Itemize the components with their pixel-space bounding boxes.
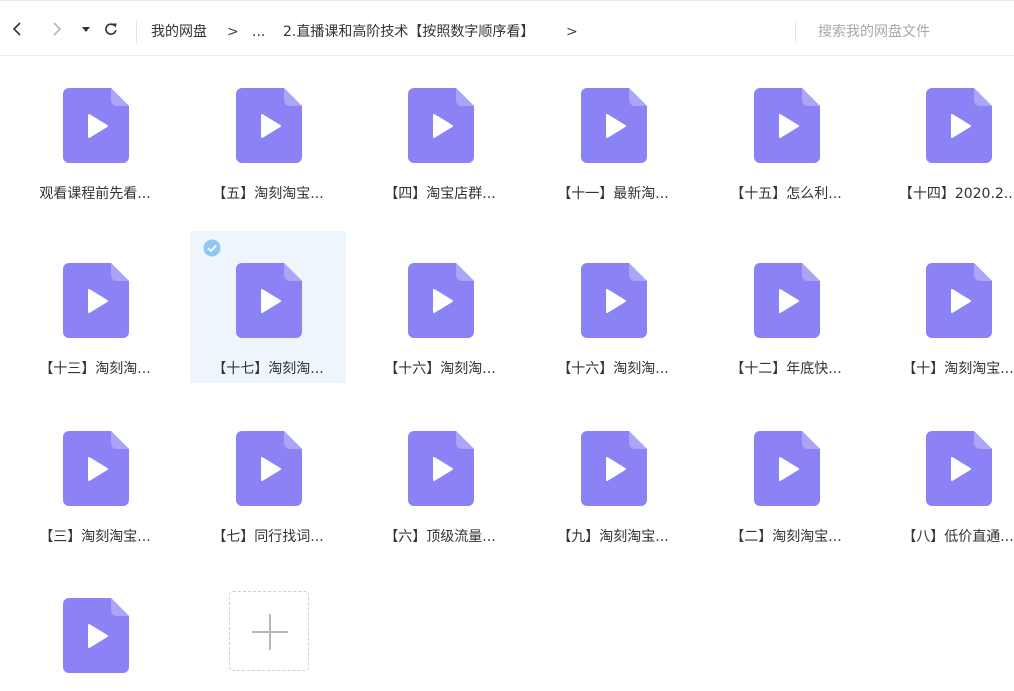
file-name: 【四】淘宝店群... [384, 186, 496, 202]
file-item[interactable]: 【十一】最新淘... [535, 56, 691, 208]
file-item[interactable] [17, 566, 173, 691]
video-file-icon [926, 263, 992, 338]
file-item[interactable]: 【十七】淘刻淘... [190, 231, 346, 383]
breadcrumb-ellipsis[interactable]: ... [252, 22, 265, 42]
file-item[interactable]: 【十】淘刻淘宝... [880, 231, 1014, 383]
file-name: 【五】淘刻淘宝... [212, 186, 324, 202]
file-name: 【十三】淘刻淘... [39, 361, 151, 377]
breadcrumb-current-folder[interactable]: 2.直播课和高阶技术【按照数字顺序看】 [283, 22, 534, 42]
plus-icon [269, 614, 271, 650]
file-name: 【七】同行找词... [212, 529, 324, 545]
search-divider [795, 21, 796, 43]
video-file-icon [581, 88, 647, 163]
file-item[interactable]: 【十三】淘刻淘... [17, 231, 173, 383]
file-name: 【三】淘刻淘宝... [39, 529, 151, 545]
video-file-icon [754, 431, 820, 506]
back-button[interactable] [8, 19, 28, 39]
video-file-icon [63, 263, 129, 338]
breadcrumb-separator: > [227, 24, 239, 40]
file-name: 【十六】淘刻淘... [557, 361, 669, 377]
file-item[interactable]: 【八】低价直通... [880, 399, 1014, 551]
video-file-icon [63, 598, 129, 673]
toolbar-divider [136, 21, 137, 43]
video-file-icon [236, 263, 302, 338]
file-item[interactable]: 【十四】2020.2... [880, 56, 1014, 208]
file-name: 【八】低价直通... [902, 529, 1014, 545]
file-name: 【十一】最新淘... [557, 186, 669, 202]
file-name: 【十二】年底快... [730, 361, 842, 377]
video-file-icon [408, 263, 474, 338]
forward-button[interactable] [46, 19, 66, 39]
file-item[interactable]: 【七】同行找词... [190, 399, 346, 551]
file-item[interactable]: 【三】淘刻淘宝... [17, 399, 173, 551]
history-dropdown-button[interactable] [76, 19, 96, 39]
breadcrumb-root[interactable]: 我的网盘 [151, 22, 207, 42]
file-name: 【二】淘刻淘宝... [730, 529, 842, 545]
file-name: 【九】淘刻淘宝... [557, 529, 669, 545]
file-item[interactable]: 【九】淘刻淘宝... [535, 399, 691, 551]
video-file-icon [236, 431, 302, 506]
file-name: 【十六】淘刻淘... [384, 361, 496, 377]
file-name: 【十】淘刻淘宝... [902, 361, 1014, 377]
file-item[interactable]: 观看课程前先看... [17, 56, 173, 208]
file-name: 观看课程前先看... [39, 186, 151, 202]
file-item[interactable]: 【十六】淘刻淘... [535, 231, 691, 383]
video-file-icon [236, 88, 302, 163]
video-file-icon [63, 88, 129, 163]
video-file-icon [63, 431, 129, 506]
file-name: 【十四】2020.2... [898, 186, 1014, 202]
refresh-icon [105, 23, 117, 35]
file-name: 【十五】怎么利... [730, 186, 842, 202]
toolbar: 我的网盘 > ... 2.直播课和高阶技术【按照数字顺序看】 > [0, 0, 1014, 56]
video-file-icon [926, 431, 992, 506]
refresh-button[interactable] [101, 19, 121, 39]
chevron-left-icon [12, 22, 21, 36]
search-input[interactable] [808, 19, 1008, 45]
video-file-icon [581, 263, 647, 338]
file-item[interactable]: 【五】淘刻淘宝... [190, 56, 346, 208]
video-file-icon [408, 431, 474, 506]
chevron-right-icon [53, 22, 62, 36]
video-file-icon [581, 431, 647, 506]
video-file-icon [408, 88, 474, 163]
file-item[interactable]: 【四】淘宝店群... [362, 56, 518, 208]
video-file-icon [754, 263, 820, 338]
video-file-icon [754, 88, 820, 163]
video-file-icon [926, 88, 992, 163]
selected-check-icon[interactable] [203, 239, 221, 257]
breadcrumb-separator: > [566, 24, 578, 40]
file-item[interactable]: 【十六】淘刻淘... [362, 231, 518, 383]
file-item[interactable]: 【二】淘刻淘宝... [708, 399, 864, 551]
file-grid: 观看课程前先看... 【五】淘刻淘宝... 【四】淘宝店群... 【十一】最新淘...… [0, 56, 1014, 691]
file-name: 【六】顶级流量... [384, 529, 496, 545]
file-item[interactable]: 【十五】怎么利... [708, 56, 864, 208]
file-name: 【十七】淘刻淘... [212, 361, 324, 377]
file-item[interactable]: 【十二】年底快... [708, 231, 864, 383]
new-folder-button[interactable] [229, 591, 309, 671]
file-item[interactable]: 【六】顶级流量... [362, 399, 518, 551]
caret-down-icon [82, 27, 90, 32]
